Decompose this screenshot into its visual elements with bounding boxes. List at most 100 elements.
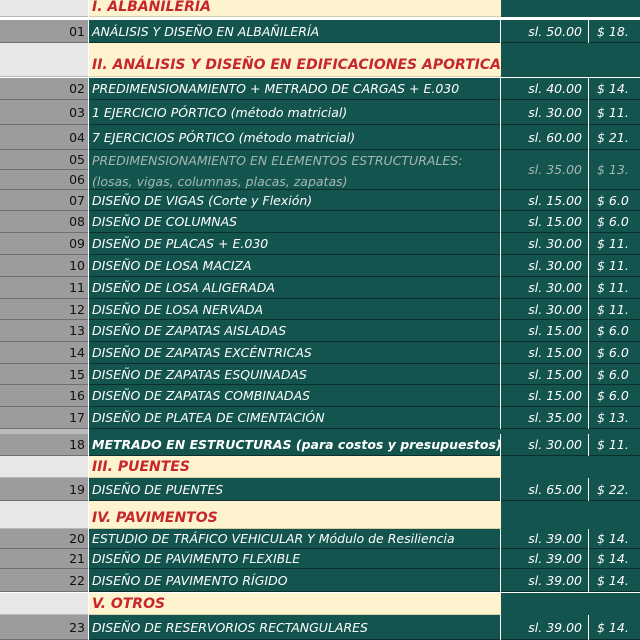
table-row: 13 DISEÑO DE ZAPATAS AISLADAS sl. 15.00 … xyxy=(0,320,640,342)
price-soles: sl. 30.00 xyxy=(501,233,588,255)
price-soles: sl. 35.00 xyxy=(501,150,588,190)
row-description: DISEÑO DE PAVIMENTO FLEXIBLE xyxy=(89,549,500,569)
row-number: 20 xyxy=(0,529,88,549)
price-dollars: $ 11. xyxy=(589,233,640,255)
price-dollars: $ 14. xyxy=(589,529,640,549)
row-spacer xyxy=(0,43,640,53)
table-row: 16 DISEÑO DE ZAPATAS COMBINADAS sl. 15.0… xyxy=(0,385,640,407)
price-soles: sl. 30.00 xyxy=(501,100,588,125)
section-header-edificaciones: II. ANÁLISIS Y DISEÑO EN EDIFICACIONES A… xyxy=(0,53,640,77)
row-description: DISEÑO DE ZAPATAS ESQUINADAS xyxy=(89,364,500,385)
row-description: DISEÑO DE LOSA NERVADA xyxy=(89,299,500,320)
table-row: 01 ANÁLISIS Y DISEÑO EN ALBAÑILERÍA sl. … xyxy=(0,20,640,43)
section-price-cell xyxy=(501,456,640,478)
row-number: 19 xyxy=(0,478,88,501)
price-soles: sl. 15.00 xyxy=(501,364,588,385)
section-price-cell xyxy=(501,53,640,77)
price-soles: sl. 30.00 xyxy=(501,299,588,320)
row-description: PREDIMENSIONAMIENTO EN ELEMENTOS ESTRUCT… xyxy=(89,150,500,190)
row-description: DISEÑO DE ZAPATAS AISLADAS xyxy=(89,320,500,342)
section-number-cell xyxy=(0,53,88,77)
section-title: II. ANÁLISIS Y DISEÑO EN EDIFICACIONES A… xyxy=(89,53,501,77)
price-dollars: $ 6.0 xyxy=(589,342,640,364)
table-row: 14 DISEÑO DE ZAPATAS EXCÉNTRICAS sl. 15.… xyxy=(0,342,640,364)
price-dollars: $ 14. xyxy=(589,569,640,592)
table-row: 20 ESTUDIO DE TRÁFICO VEHICULAR Y Módulo… xyxy=(0,529,640,549)
table-row-merged: 05 06 PREDIMENSIONAMIENTO EN ELEMENTOS E… xyxy=(0,150,640,190)
price-dollars: $ 6.0 xyxy=(589,190,640,211)
row-number: 14 xyxy=(0,342,88,364)
table-row: 03 1 EJERCICIO PÓRTICO (método matricial… xyxy=(0,100,640,125)
row-number: 13 xyxy=(0,320,88,342)
section-title: V. OTROS xyxy=(89,593,501,615)
row-description: DISEÑO DE COLUMNAS xyxy=(89,211,500,233)
price-dollars: $ 11. xyxy=(589,277,640,299)
section-header-pavimentos: IV. PAVIMENTOS xyxy=(0,507,640,529)
section-title: IV. PAVIMENTOS xyxy=(89,507,501,529)
row-description-line: (losas, vigas, columnas, placas, zapatas… xyxy=(92,174,348,189)
spacer-price-cell xyxy=(501,43,640,53)
price-dollars: $ 11. xyxy=(589,255,640,277)
price-soles: sl. 39.00 xyxy=(501,615,588,640)
row-description-line: PREDIMENSIONAMIENTO EN ELEMENTOS ESTRUCT… xyxy=(92,153,463,168)
table-row: 21 DISEÑO DE PAVIMENTO FLEXIBLE sl. 39.0… xyxy=(0,549,640,569)
price-dollars: $ 14. xyxy=(589,615,640,640)
table-row: 15 DISEÑO DE ZAPATAS ESQUINADAS sl. 15.0… xyxy=(0,364,640,385)
price-soles: sl. 50.00 xyxy=(501,20,588,43)
row-number: 08 xyxy=(0,211,88,233)
price-dollars: $ 6.0 xyxy=(589,320,640,342)
row-description: 1 EJERCICIO PÓRTICO (método matricial) xyxy=(89,100,500,125)
row-number: 21 xyxy=(0,549,88,569)
price-soles: sl. 30.00 xyxy=(501,277,588,299)
row-description: DISEÑO DE PLACAS + E.030 xyxy=(89,233,500,255)
price-dollars: $ 6.0 xyxy=(589,385,640,407)
row-number: 02 xyxy=(0,78,88,100)
row-description: DISEÑO DE ZAPATAS COMBINADAS xyxy=(89,385,500,407)
price-dollars: $ 11. xyxy=(589,434,640,456)
row-number: 22 xyxy=(0,569,88,592)
section-header-albanileria: I. ALBAÑILERIA xyxy=(0,0,640,17)
row-description: DISEÑO DE ZAPATAS EXCÉNTRICAS xyxy=(89,342,500,364)
row-description: DISEÑO DE PLATEA DE CIMENTACIÓN xyxy=(89,407,500,429)
table-row: 17 DISEÑO DE PLATEA DE CIMENTACIÓN sl. 3… xyxy=(0,407,640,429)
table-row: 10 DISEÑO DE LOSA MACIZA sl. 30.00 $ 11. xyxy=(0,255,640,277)
spacer-number-cell xyxy=(0,43,88,53)
price-dollars: $ 14. xyxy=(589,78,640,100)
price-soles: sl. 39.00 xyxy=(501,529,588,549)
row-description: ANÁLISIS Y DISEÑO EN ALBAÑILERÍA xyxy=(89,20,500,43)
section-price-cell xyxy=(501,507,640,529)
section-title: III. PUENTES xyxy=(89,456,501,478)
price-soles: sl. 30.00 xyxy=(501,434,588,456)
spacer-description-cell xyxy=(89,43,501,53)
table-row: 23 DISEÑO DE RESERVORIOS RECTANGULARES s… xyxy=(0,615,640,640)
price-sheet: I. ALBAÑILERIA 01 ANÁLISIS Y DISEÑO EN A… xyxy=(0,0,640,640)
section-header-puentes: III. PUENTES xyxy=(0,456,640,478)
row-description: DISEÑO DE PUENTES xyxy=(89,478,500,501)
row-number: 09 xyxy=(0,233,88,255)
table-row: 22 DISEÑO DE PAVIMENTO RÍGIDO sl. 39.00 … xyxy=(0,569,640,592)
price-soles: sl. 39.00 xyxy=(501,569,588,592)
section-number-cell xyxy=(0,507,88,529)
section-header-otros: V. OTROS xyxy=(0,593,640,615)
price-dollars: $ 22. xyxy=(589,478,640,501)
row-number: 11 xyxy=(0,277,88,299)
price-dollars: $ 13. xyxy=(589,150,640,190)
row-description: DISEÑO DE PAVIMENTO RÍGIDO xyxy=(89,569,500,592)
table-row: 18 METRADO EN ESTRUCTURAS (para costos y… xyxy=(0,434,640,456)
row-number: 07 xyxy=(0,190,88,211)
row-number: 01 xyxy=(0,20,88,43)
row-number: 10 xyxy=(0,255,88,277)
table-row: 11 DISEÑO DE LOSA ALIGERADA sl. 30.00 $ … xyxy=(0,277,640,299)
row-description: DISEÑO DE RESERVORIOS RECTANGULARES xyxy=(89,615,500,640)
row-number: 04 xyxy=(0,125,88,150)
table-row: 19 DISEÑO DE PUENTES sl. 65.00 $ 22. xyxy=(0,478,640,501)
price-soles: sl. 15.00 xyxy=(501,211,588,233)
price-soles: sl. 39.00 xyxy=(501,549,588,569)
table-row: 12 DISEÑO DE LOSA NERVADA sl. 30.00 $ 11… xyxy=(0,299,640,320)
row-number: 23 xyxy=(0,615,88,640)
row-number: 06 xyxy=(0,170,88,190)
row-number: 18 xyxy=(0,434,88,456)
row-description: PREDIMENSIONAMIENTO + METRADO DE CARGAS … xyxy=(89,78,500,100)
price-soles: sl. 30.00 xyxy=(501,255,588,277)
table-row: 02 PREDIMENSIONAMIENTO + METRADO DE CARG… xyxy=(0,78,640,100)
